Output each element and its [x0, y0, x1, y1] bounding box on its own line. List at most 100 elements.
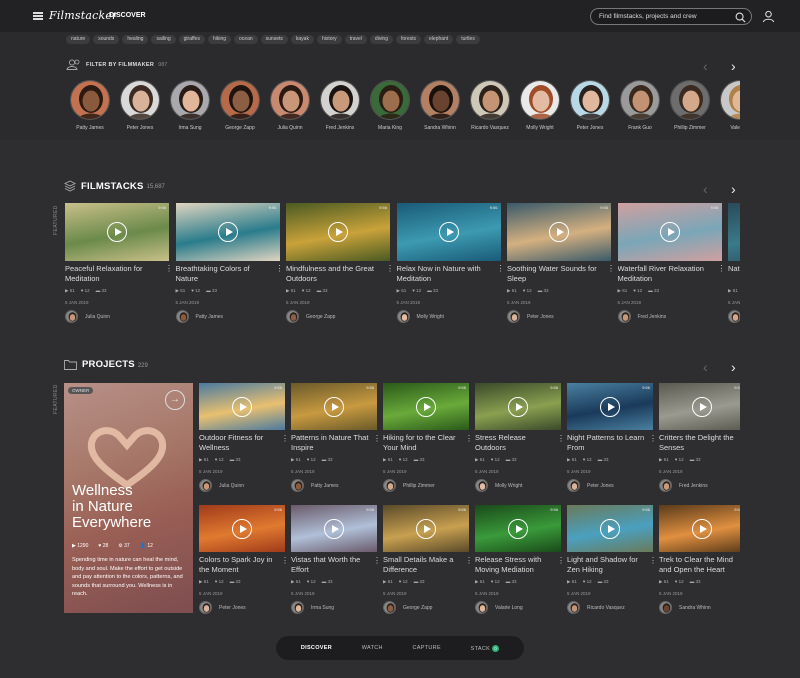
- video-thumbnail[interactable]: 9:56: [475, 383, 561, 430]
- owner-name[interactable]: George Zapp: [403, 605, 432, 611]
- video-thumbnail[interactable]: 9:56: [475, 505, 561, 552]
- more-options-icon[interactable]: ⋮: [465, 435, 473, 443]
- card-owner[interactable]: Molly Wright: [475, 479, 561, 492]
- owner-name[interactable]: Fred Jenkins: [679, 483, 708, 489]
- card-owner[interactable]: Patty James: [291, 479, 377, 492]
- video-thumbnail[interactable]: 9:56: [199, 383, 285, 430]
- card-owner[interactable]: Sandra Whinn: [659, 601, 740, 614]
- card-owner[interactable]: Fred Jenkins: [659, 479, 740, 492]
- owner-avatar[interactable]: [199, 601, 212, 614]
- video-thumbnail[interactable]: 9:56: [291, 505, 377, 552]
- play-icon[interactable]: [508, 396, 528, 417]
- owner-avatar[interactable]: [567, 601, 580, 614]
- user-icon[interactable]: [762, 10, 775, 23]
- owner-avatar[interactable]: [659, 479, 672, 492]
- card-title[interactable]: Hiking for to the Clear Your Mind: [383, 433, 469, 453]
- card-owner[interactable]: Irma Sung: [291, 601, 377, 614]
- video-card[interactable]: 9:56 Vistas that Worth the Effort ⋮ ▶ 61 ♥ 1…: [291, 505, 381, 614]
- video-thumbnail[interactable]: 9:56: [567, 505, 653, 552]
- play-icon[interactable]: [692, 396, 712, 417]
- more-options-icon[interactable]: ⋮: [649, 435, 657, 443]
- play-icon[interactable]: [416, 396, 436, 417]
- bottom-nav-capture[interactable]: CAPTURE: [413, 645, 441, 651]
- card-title[interactable]: Stress Release Outdoors: [475, 433, 561, 453]
- card-owner[interactable]: Julia Quinn: [199, 479, 285, 492]
- video-thumbnail[interactable]: 9:56: [199, 505, 285, 552]
- owner-avatar[interactable]: [475, 479, 488, 492]
- play-icon[interactable]: [600, 518, 620, 539]
- owner-avatar[interactable]: [383, 479, 396, 492]
- video-thumbnail[interactable]: 9:56: [567, 383, 653, 430]
- owner-name[interactable]: Peter Jones: [587, 483, 614, 489]
- card-owner[interactable]: Peter Jones: [199, 601, 285, 614]
- video-card[interactable]: 9:56 Patterns in Nature That Inspire ⋮ ▶ 61…: [291, 383, 381, 492]
- video-card[interactable]: 9:56 Colors to Spark Joy in the Moment ⋮ ▶ …: [199, 505, 289, 614]
- play-icon[interactable]: [324, 518, 344, 539]
- video-card[interactable]: 9:56 Trek to Clear the Mind and Open the …: [659, 505, 740, 614]
- more-options-icon[interactable]: ⋮: [281, 435, 289, 443]
- card-title[interactable]: Small Details Make a Difference: [383, 555, 469, 575]
- card-title[interactable]: Outdoor Fitness for Wellness: [199, 433, 285, 453]
- play-icon[interactable]: [416, 518, 436, 539]
- video-card[interactable]: 9:56 Night Patterns to Learn From ⋮ ▶ 61 ♥ 1…: [567, 383, 657, 492]
- more-options-icon[interactable]: ⋮: [465, 557, 473, 565]
- play-icon[interactable]: [692, 518, 712, 539]
- owner-avatar[interactable]: [291, 601, 304, 614]
- card-owner[interactable]: Peter Jones: [567, 479, 653, 492]
- bottom-nav-stack[interactable]: STACK 0: [471, 644, 500, 652]
- owner-name[interactable]: Molly Wright: [495, 483, 522, 489]
- owner-name[interactable]: Valarie Long: [495, 605, 523, 611]
- video-thumbnail[interactable]: 9:56: [383, 505, 469, 552]
- play-icon[interactable]: [324, 396, 344, 417]
- bottom-nav-watch[interactable]: WATCH: [362, 645, 383, 651]
- play-icon[interactable]: [232, 518, 252, 539]
- bottom-nav-discover[interactable]: DISCOVER: [301, 645, 332, 651]
- more-options-icon[interactable]: ⋮: [373, 557, 381, 565]
- owner-avatar[interactable]: [659, 601, 672, 614]
- video-thumbnail[interactable]: 9:56: [659, 383, 740, 430]
- card-owner[interactable]: Ricardo Vasquez: [567, 601, 653, 614]
- owner-name[interactable]: Patty James: [311, 483, 339, 489]
- card-owner[interactable]: Valarie Long: [475, 601, 561, 614]
- play-icon[interactable]: [600, 396, 620, 417]
- card-title[interactable]: Vistas that Worth the Effort: [291, 555, 377, 575]
- card-title[interactable]: Patterns in Nature That Inspire: [291, 433, 377, 453]
- video-card[interactable]: 9:56 Small Details Make a Difference ⋮ ▶ 61…: [383, 505, 473, 614]
- owner-name[interactable]: Peter Jones: [219, 605, 246, 611]
- owner-name[interactable]: Irma Sung: [311, 605, 334, 611]
- card-title[interactable]: Trek to Clear the Mind and Open the Hear…: [659, 555, 740, 575]
- card-title[interactable]: Critters the Delight the Senses: [659, 433, 740, 453]
- more-options-icon[interactable]: ⋮: [649, 557, 657, 565]
- owner-avatar[interactable]: [475, 601, 488, 614]
- video-card[interactable]: 9:56 Release Stress with Moving Mediation…: [475, 505, 565, 614]
- video-thumbnail[interactable]: 9:56: [291, 383, 377, 430]
- more-options-icon[interactable]: ⋮: [557, 557, 565, 565]
- card-title[interactable]: Night Patterns to Learn From: [567, 433, 653, 453]
- card-title[interactable]: Colors to Spark Joy in the Moment: [199, 555, 285, 575]
- video-card[interactable]: 9:56 Light and Shadow for Zen Hiking ⋮ ▶ 61…: [567, 505, 657, 614]
- owner-name[interactable]: Julia Quinn: [219, 483, 244, 489]
- video-card[interactable]: 9:56 Hiking for to the Clear Your Mind ⋮ ▶ …: [383, 383, 473, 492]
- video-card[interactable]: 9:56 Outdoor Fitness for Wellness ⋮ ▶ 61 ♥ 1…: [199, 383, 289, 492]
- card-owner[interactable]: Phillip Zimmer: [383, 479, 469, 492]
- owner-avatar[interactable]: [291, 479, 304, 492]
- owner-name[interactable]: Phillip Zimmer: [403, 483, 435, 489]
- owner-name[interactable]: Sandra Whinn: [679, 605, 711, 611]
- more-options-icon[interactable]: ⋮: [281, 557, 289, 565]
- video-card[interactable]: 9:56 Stress Release Outdoors ⋮ ▶ 61 ♥ 12 ▬ 33…: [475, 383, 565, 492]
- owner-avatar[interactable]: [383, 601, 396, 614]
- card-title[interactable]: Release Stress with Moving Mediation: [475, 555, 561, 575]
- card-owner[interactable]: George Zapp: [383, 601, 469, 614]
- play-icon[interactable]: [508, 518, 528, 539]
- video-thumbnail[interactable]: 9:56: [383, 383, 469, 430]
- owner-avatar[interactable]: [199, 479, 212, 492]
- card-title[interactable]: Light and Shadow for Zen Hiking: [567, 555, 653, 575]
- play-icon[interactable]: [232, 396, 252, 417]
- owner-name[interactable]: Ricardo Vasquez: [587, 605, 625, 611]
- video-thumbnail[interactable]: 9:56: [659, 505, 740, 552]
- more-options-icon[interactable]: ⋮: [557, 435, 565, 443]
- card-date: 5 JAN 2019: [199, 469, 223, 474]
- more-options-icon[interactable]: ⋮: [373, 435, 381, 443]
- owner-avatar[interactable]: [567, 479, 580, 492]
- video-card[interactable]: 9:56Critters the Delight the Senses⋮▶ 61…: [659, 383, 740, 492]
